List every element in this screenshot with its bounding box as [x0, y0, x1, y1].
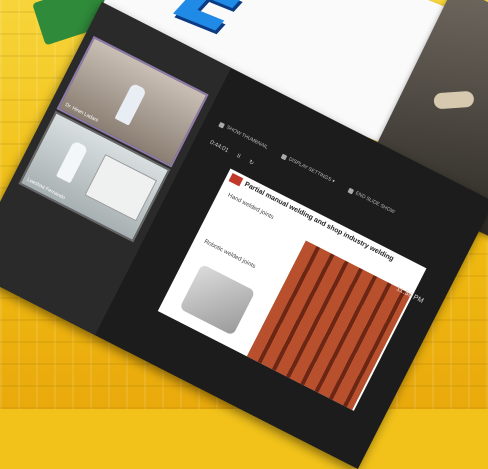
end-slideshow-label: END SLIDE SHOW — [354, 190, 396, 216]
participant-name: Leeshaa Fernando — [25, 176, 67, 202]
steel-structure-image — [246, 240, 412, 410]
end-icon — [347, 187, 355, 194]
end-slideshow-button[interactable]: END SLIDE SHOW — [347, 187, 396, 216]
elapsed-time: 0:44:01 — [208, 139, 230, 154]
pause-icon[interactable]: II — [236, 153, 242, 160]
slide-caption-robot: Robotic welded joints — [203, 238, 257, 271]
display-settings-button[interactable]: DISPLAY SETTINGS ▾ — [280, 153, 336, 185]
participant-figure — [55, 140, 89, 184]
participant-figure — [114, 82, 147, 126]
show-thumbnails-label: SHOW THUMBNAIL — [225, 124, 269, 151]
thumbnails-icon — [218, 121, 226, 129]
refresh-icon[interactable]: ↻ — [247, 158, 255, 167]
monitor-icon — [280, 153, 288, 160]
whiteboard — [84, 154, 157, 222]
display-settings-label: DISPLAY SETTINGS ▾ — [287, 156, 336, 185]
robot-arm-image — [179, 263, 256, 336]
slide-logo — [228, 172, 244, 187]
hand-holding-pen — [433, 90, 475, 110]
